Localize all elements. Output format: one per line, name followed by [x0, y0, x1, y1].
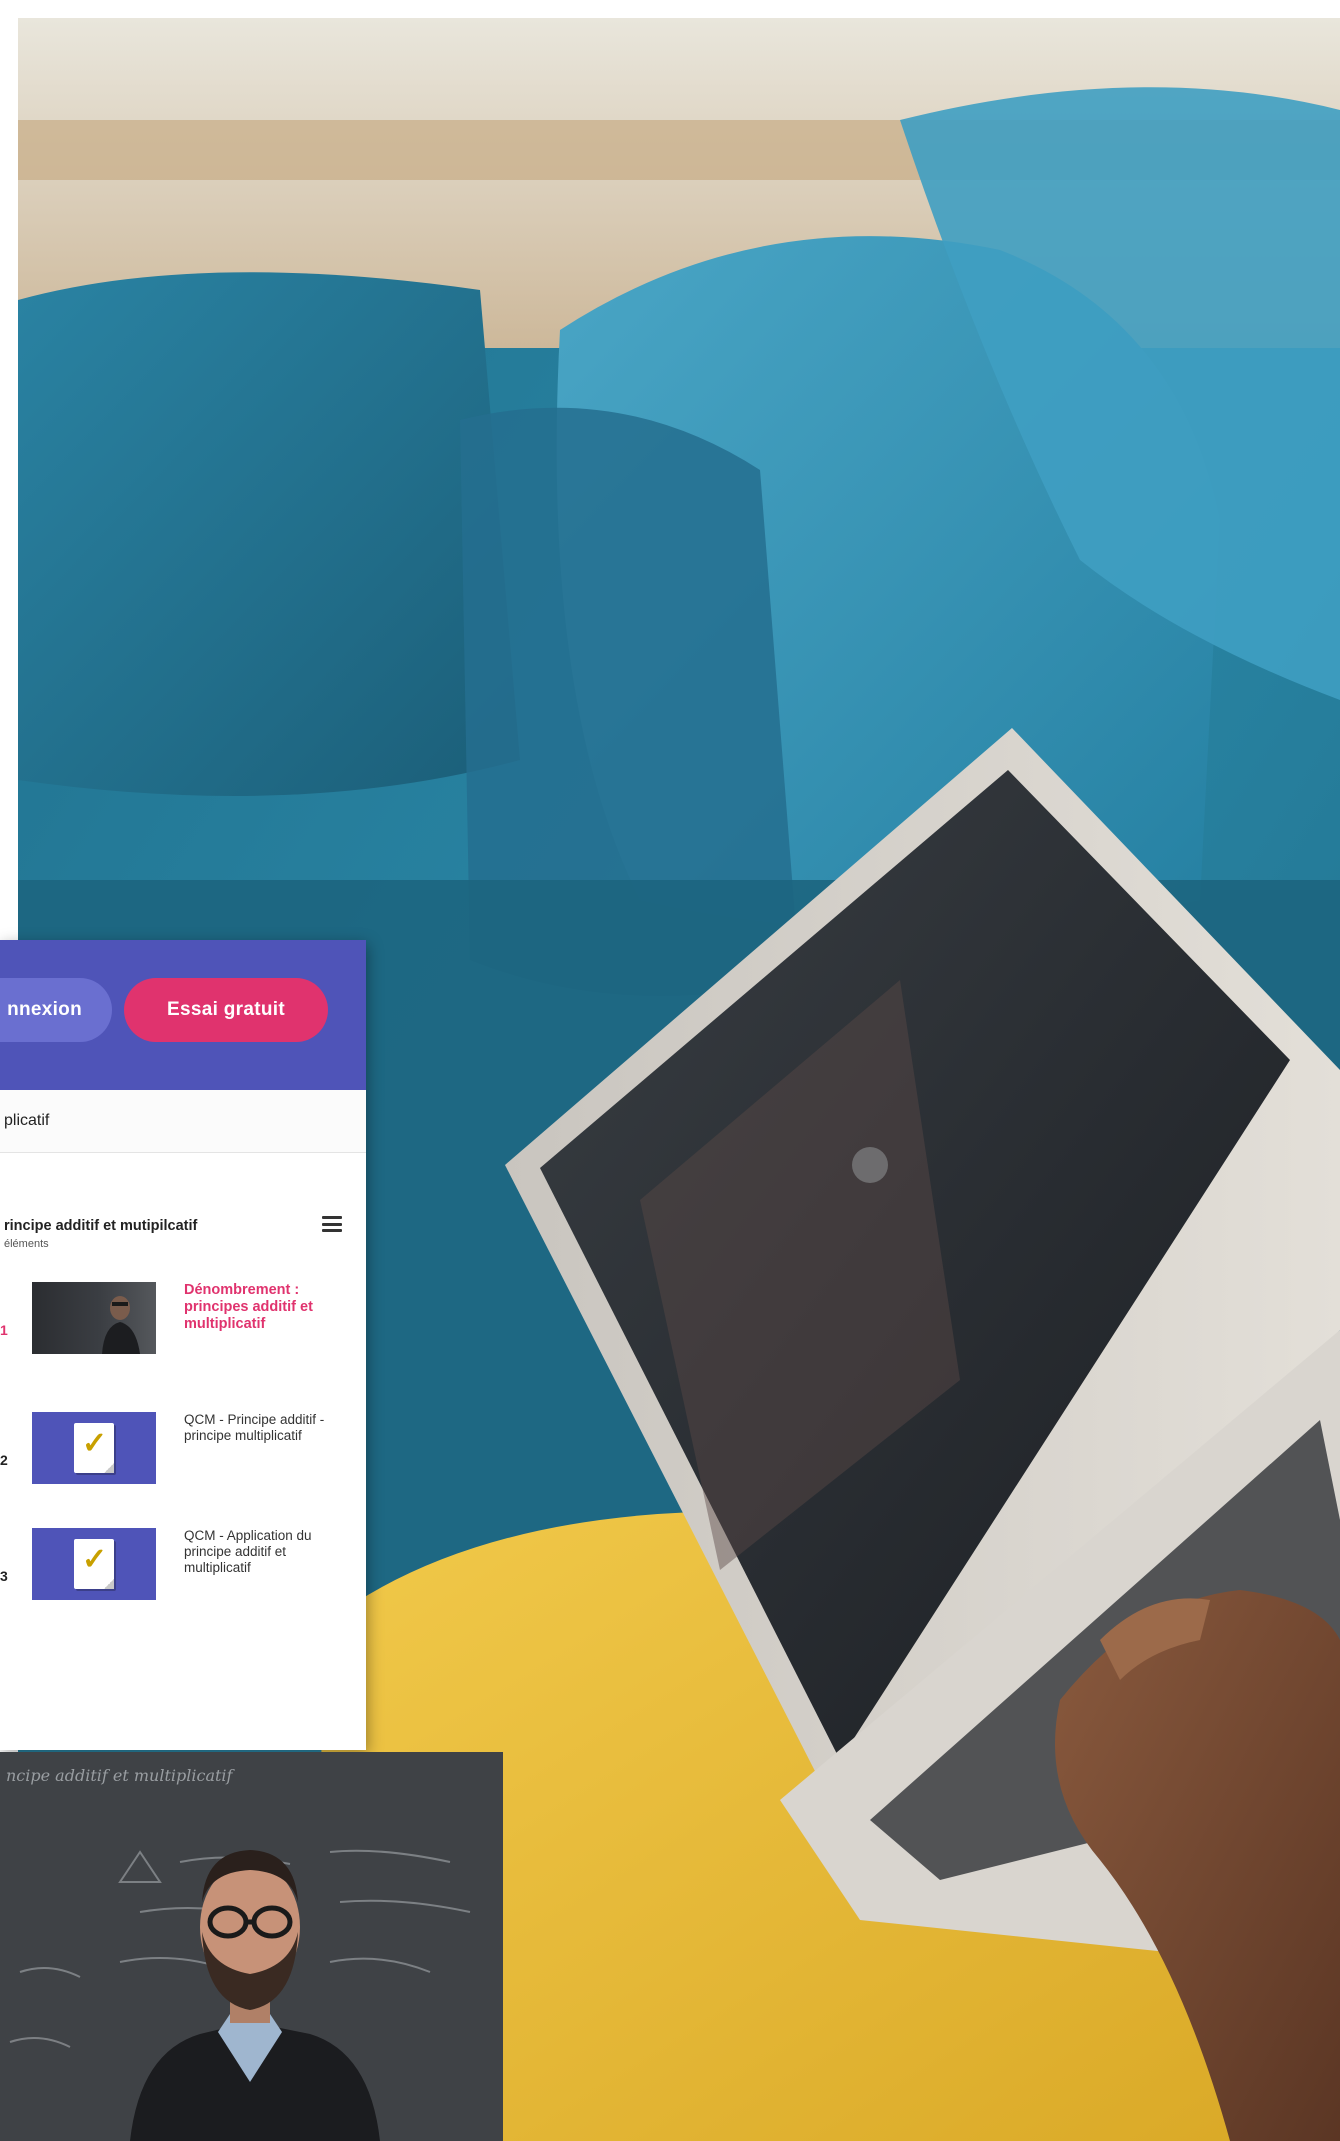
- document-icon: ✓: [74, 1539, 114, 1589]
- item-number: 1: [0, 1322, 8, 1338]
- breadcrumb: plicatif: [0, 1090, 366, 1153]
- chapter-subtitle: éléments: [4, 1238, 49, 1250]
- list-item-video[interactable]: 1 Dénombrement : principes additif et mu…: [0, 1282, 366, 1392]
- document-icon: ✓: [74, 1423, 114, 1473]
- list-item-quiz[interactable]: 3 ✓ QCM - Application du principe additi…: [0, 1528, 366, 1638]
- item-title[interactable]: Dénombrement : principes additif et mult…: [184, 1282, 334, 1333]
- chapter-title: rincipe additif et mutipilcatif: [4, 1218, 198, 1234]
- checkmark-icon: ✓: [82, 1427, 108, 1460]
- teacher-video[interactable]: ncipe additif et multiplicatif: [0, 1752, 503, 2141]
- list-item-quiz[interactable]: 2 ✓ QCM - Principe additif - principe mu…: [0, 1412, 366, 1522]
- menu-icon[interactable]: [322, 1216, 342, 1232]
- login-button[interactable]: nnexion: [0, 978, 112, 1042]
- quiz-thumbnail[interactable]: ✓: [32, 1528, 156, 1600]
- chapter-header: rincipe additif et mutipilcatif éléments: [0, 1216, 366, 1250]
- item-number: 2: [0, 1452, 8, 1468]
- breadcrumb-text[interactable]: plicatif: [4, 1112, 49, 1130]
- video-thumbnail[interactable]: [32, 1282, 156, 1354]
- quiz-thumbnail[interactable]: ✓: [32, 1412, 156, 1484]
- teacher-figure-illustration: [9, 1849, 471, 2141]
- panel-header: nnexion Essai gratuit: [0, 940, 366, 1090]
- free-trial-button[interactable]: Essai gratuit: [124, 978, 328, 1042]
- item-title[interactable]: QCM - Principe additif - principe multip…: [184, 1412, 334, 1444]
- item-number: 3: [0, 1568, 8, 1584]
- course-panel: nnexion Essai gratuit plicatif rincipe a…: [0, 940, 366, 1750]
- checkmark-icon: ✓: [82, 1543, 108, 1576]
- teacher-thumbnail-icon: [102, 1296, 140, 1354]
- item-title[interactable]: QCM - Application du principe additif et…: [184, 1528, 334, 1576]
